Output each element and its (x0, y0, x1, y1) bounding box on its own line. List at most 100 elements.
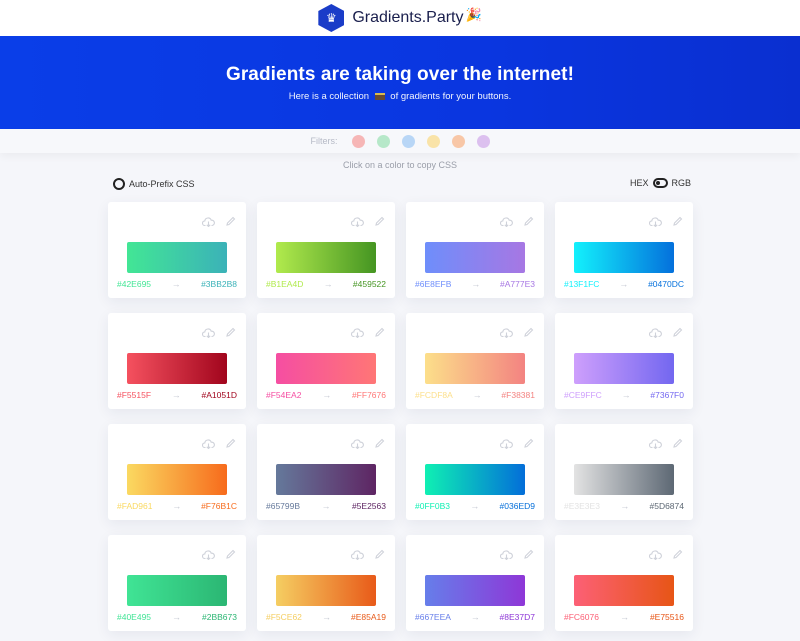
color-to-code[interactable]: #0470DC (648, 279, 684, 289)
gradient-swatch[interactable] (425, 575, 525, 606)
download-cloud-icon[interactable] (202, 327, 215, 338)
edit-pencil-icon[interactable] (225, 216, 236, 227)
color-to-code[interactable]: #459522 (353, 279, 386, 289)
color-to-code[interactable]: #5E2563 (352, 501, 386, 511)
gradient-card[interactable]: #CE9FFC → #7367F0 (555, 313, 693, 409)
color-to-code[interactable]: #F38381 (501, 390, 535, 400)
color-from-code[interactable]: #0FF0B3 (415, 501, 450, 511)
gradient-card[interactable]: #0FF0B3 → #036ED9 (406, 424, 544, 520)
filter-color-dot[interactable] (426, 134, 440, 148)
filter-color-dot[interactable] (376, 134, 390, 148)
edit-pencil-icon[interactable] (374, 216, 385, 227)
color-from-code[interactable]: #FCDF8A (415, 390, 453, 400)
download-cloud-icon[interactable] (500, 327, 513, 338)
filter-color-dot[interactable] (401, 134, 415, 148)
edit-pencil-icon[interactable] (672, 216, 683, 227)
download-cloud-icon[interactable] (351, 216, 364, 227)
gradient-swatch[interactable] (127, 242, 227, 273)
edit-pencil-icon[interactable] (672, 438, 683, 449)
gradient-card[interactable]: #40E495 → #2BB673 (108, 535, 246, 631)
gradient-swatch[interactable] (276, 242, 376, 273)
color-from-code[interactable]: #667EEA (415, 612, 451, 622)
download-cloud-icon[interactable] (649, 216, 662, 227)
gradient-swatch[interactable] (425, 242, 525, 273)
color-to-code[interactable]: #3BB2B8 (201, 279, 237, 289)
edit-pencil-icon[interactable] (225, 327, 236, 338)
logo-icon[interactable]: ♛ (318, 4, 345, 32)
color-to-code[interactable]: #E85A19 (351, 612, 386, 622)
download-cloud-icon[interactable] (351, 438, 364, 449)
color-from-code[interactable]: #40E495 (117, 612, 151, 622)
download-cloud-icon[interactable] (649, 327, 662, 338)
color-from-code[interactable]: #CE9FFC (564, 390, 602, 400)
filter-color-dot[interactable] (476, 134, 490, 148)
gradient-swatch[interactable] (574, 464, 674, 495)
color-to-code[interactable]: #A777E3 (500, 279, 535, 289)
download-cloud-icon[interactable] (500, 438, 513, 449)
download-cloud-icon[interactable] (202, 549, 215, 560)
edit-pencil-icon[interactable] (523, 549, 534, 560)
gradient-card[interactable]: #42E695 → #3BB2B8 (108, 202, 246, 298)
color-to-code[interactable]: #7367F0 (650, 390, 684, 400)
color-from-code[interactable]: #B1EA4D (266, 279, 303, 289)
edit-pencil-icon[interactable] (672, 549, 683, 560)
brand-title[interactable]: Gradients.Party (352, 9, 463, 27)
gradient-card[interactable]: #F54EA2 → #FF7676 (257, 313, 395, 409)
color-to-code[interactable]: #2BB673 (202, 612, 237, 622)
download-cloud-icon[interactable] (351, 549, 364, 560)
toggle-switch-icon[interactable] (652, 178, 668, 188)
edit-pencil-icon[interactable] (225, 549, 236, 560)
color-from-code[interactable]: #FAD961 (117, 501, 152, 511)
gradient-card[interactable]: #F5CE62 → #E85A19 (257, 535, 395, 631)
gradient-swatch[interactable] (276, 575, 376, 606)
gradient-card[interactable]: #13F1FC → #0470DC (555, 202, 693, 298)
edit-pencil-icon[interactable] (523, 216, 534, 227)
gradient-swatch[interactable] (574, 353, 674, 384)
gradient-swatch[interactable] (127, 353, 227, 384)
color-from-code[interactable]: #FC6076 (564, 612, 599, 622)
download-cloud-icon[interactable] (649, 438, 662, 449)
color-from-code[interactable]: #65799B (266, 501, 300, 511)
gradient-swatch[interactable] (127, 575, 227, 606)
color-to-code[interactable]: #F76B1C (201, 501, 237, 511)
gradient-card[interactable]: #F5515F → #A1051D (108, 313, 246, 409)
color-to-code[interactable]: #A1051D (202, 390, 237, 400)
color-from-code[interactable]: #F5CE62 (266, 612, 302, 622)
filter-color-dot[interactable] (351, 134, 365, 148)
download-cloud-icon[interactable] (500, 216, 513, 227)
color-from-code[interactable]: #42E695 (117, 279, 151, 289)
color-to-code[interactable]: #E75516 (650, 612, 684, 622)
gradient-card[interactable]: #FC6076 → #E75516 (555, 535, 693, 631)
edit-pencil-icon[interactable] (374, 549, 385, 560)
download-cloud-icon[interactable] (649, 549, 662, 560)
gradient-card[interactable]: #65799B → #5E2563 (257, 424, 395, 520)
gradient-card[interactable]: #E3E3E3 → #5D6874 (555, 424, 693, 520)
gradient-card[interactable]: #667EEA → #8E37D7 (406, 535, 544, 631)
color-to-code[interactable]: #5D6874 (649, 501, 684, 511)
gradient-swatch[interactable] (127, 464, 227, 495)
gradient-card[interactable]: #FCDF8A → #F38381 (406, 313, 544, 409)
download-cloud-icon[interactable] (351, 327, 364, 338)
color-to-code[interactable]: #036ED9 (500, 501, 535, 511)
gradient-swatch[interactable] (425, 353, 525, 384)
edit-pencil-icon[interactable] (374, 438, 385, 449)
filter-color-dot[interactable] (451, 134, 465, 148)
download-cloud-icon[interactable] (500, 549, 513, 560)
gradient-card[interactable]: #B1EA4D → #459522 (257, 202, 395, 298)
edit-pencil-icon[interactable] (523, 438, 534, 449)
color-from-code[interactable]: #6E8EFB (415, 279, 451, 289)
edit-pencil-icon[interactable] (225, 438, 236, 449)
color-from-code[interactable]: #E3E3E3 (564, 501, 600, 511)
color-format-toggle[interactable]: HEX RGB (630, 178, 691, 188)
radio-icon[interactable] (113, 178, 125, 190)
color-to-code[interactable]: #8E37D7 (500, 612, 535, 622)
gradient-card[interactable]: #FAD961 → #F76B1C (108, 424, 246, 520)
gradient-swatch[interactable] (574, 242, 674, 273)
edit-pencil-icon[interactable] (523, 327, 534, 338)
color-from-code[interactable]: #F5515F (117, 390, 151, 400)
gradient-swatch[interactable] (425, 464, 525, 495)
color-to-code[interactable]: #FF7676 (352, 390, 386, 400)
edit-pencil-icon[interactable] (374, 327, 385, 338)
color-from-code[interactable]: #13F1FC (564, 279, 599, 289)
gradient-swatch[interactable] (276, 464, 376, 495)
